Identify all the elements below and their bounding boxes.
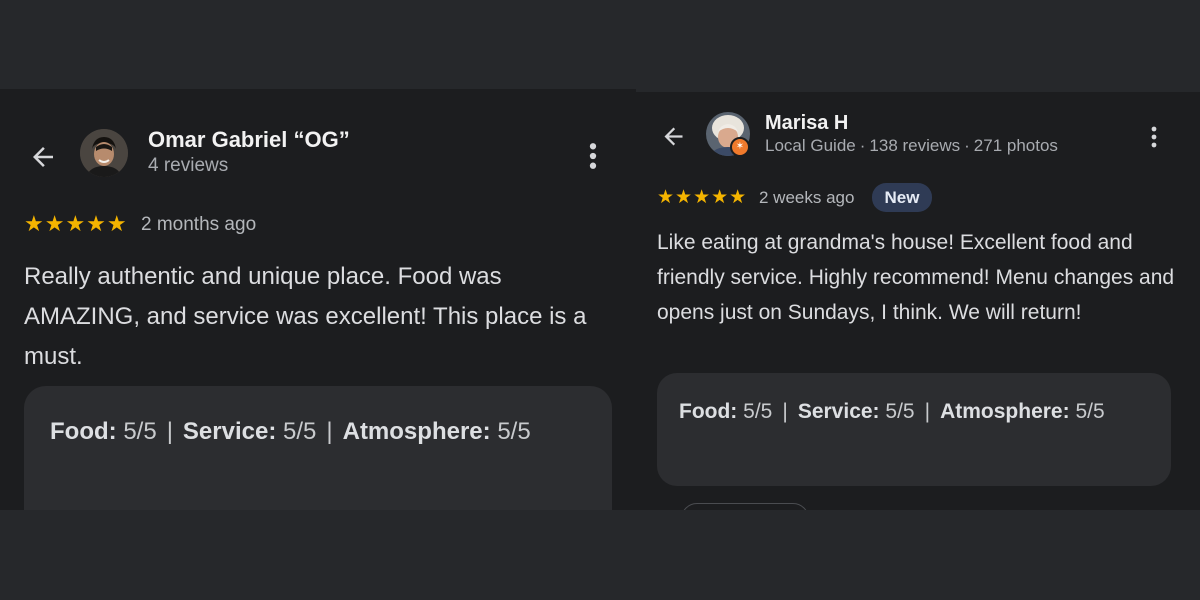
ratings-summary: Food: 5/5 | Service: 5/5 | Atmosphere: 5/5 (657, 373, 1171, 486)
reviewer-name[interactable]: Marisa H (765, 112, 848, 135)
reviewer-review-count: 138 reviews (869, 136, 961, 155)
meta-separator: · (859, 136, 866, 155)
more-vert-icon[interactable] (1142, 122, 1166, 152)
food-value: 5/5 (123, 418, 157, 445)
reviewer-name[interactable]: Omar Gabriel “OG” (148, 127, 350, 153)
separator: | (166, 418, 173, 445)
action-chip[interactable] (681, 503, 809, 510)
separator: | (326, 418, 333, 445)
reviewer-photo-count: 271 photos (973, 136, 1058, 155)
more-vert-icon[interactable] (578, 139, 608, 173)
meta-separator: · (964, 136, 970, 155)
service-label: Service: (182, 418, 277, 445)
separator: | (924, 400, 931, 423)
reviewer-meta: 4 reviews (148, 155, 229, 176)
service-label: Service: (797, 400, 880, 423)
arrow-back-icon[interactable] (660, 123, 687, 150)
service-value: 5/5 (885, 400, 915, 423)
service-value: 5/5 (283, 418, 317, 445)
atmosphere-label: Atmosphere: (940, 400, 1070, 423)
arrow-back-icon[interactable] (28, 142, 58, 172)
review-text: Really authentic and unique place. Food … (24, 263, 587, 370)
review-card-omar: Omar Gabriel “OG” 4 reviews ★★★★★ 2 mont… (0, 89, 636, 510)
food-label: Food: (679, 400, 738, 423)
new-badge: New (872, 183, 932, 212)
ratings-summary: Food: 5/5 | Service: 5/5 | Atmosphere: 5/5 (24, 386, 612, 510)
review-date: 2 months ago (141, 214, 257, 235)
ratings-text: Food: 5/5 | Service: 5/5 | Atmosphere: 5/5 (50, 412, 590, 452)
reviewer-role: Local Guide (765, 136, 856, 155)
review-text: Like eating at grandma's house! Excellen… (657, 231, 1175, 324)
star-rating: ★★★★★ (657, 187, 748, 208)
food-label: Food: (50, 418, 117, 445)
separator: | (782, 400, 788, 423)
food-value: 5/5 (743, 400, 773, 423)
reviewer-meta: Local Guide · 138 reviews · 271 photos (765, 136, 1058, 156)
atmosphere-value: 5/5 (497, 418, 531, 445)
atmosphere-value: 5/5 (1075, 400, 1105, 423)
review-card-marisa: ✶ Marisa H Local Guide · 138 reviews · 271 p… (636, 92, 1200, 510)
review-date: 2 weeks ago (759, 188, 855, 207)
avatar[interactable] (80, 129, 128, 177)
star-rating: ★★★★★ (24, 211, 128, 236)
local-guide-star-icon: ✶ (730, 137, 750, 157)
ratings-text: Food: 5/5 | Service: 5/5 | Atmosphere: 5/5 (679, 394, 1149, 429)
atmosphere-label: Atmosphere: (342, 418, 491, 445)
avatar-photo (80, 129, 128, 177)
